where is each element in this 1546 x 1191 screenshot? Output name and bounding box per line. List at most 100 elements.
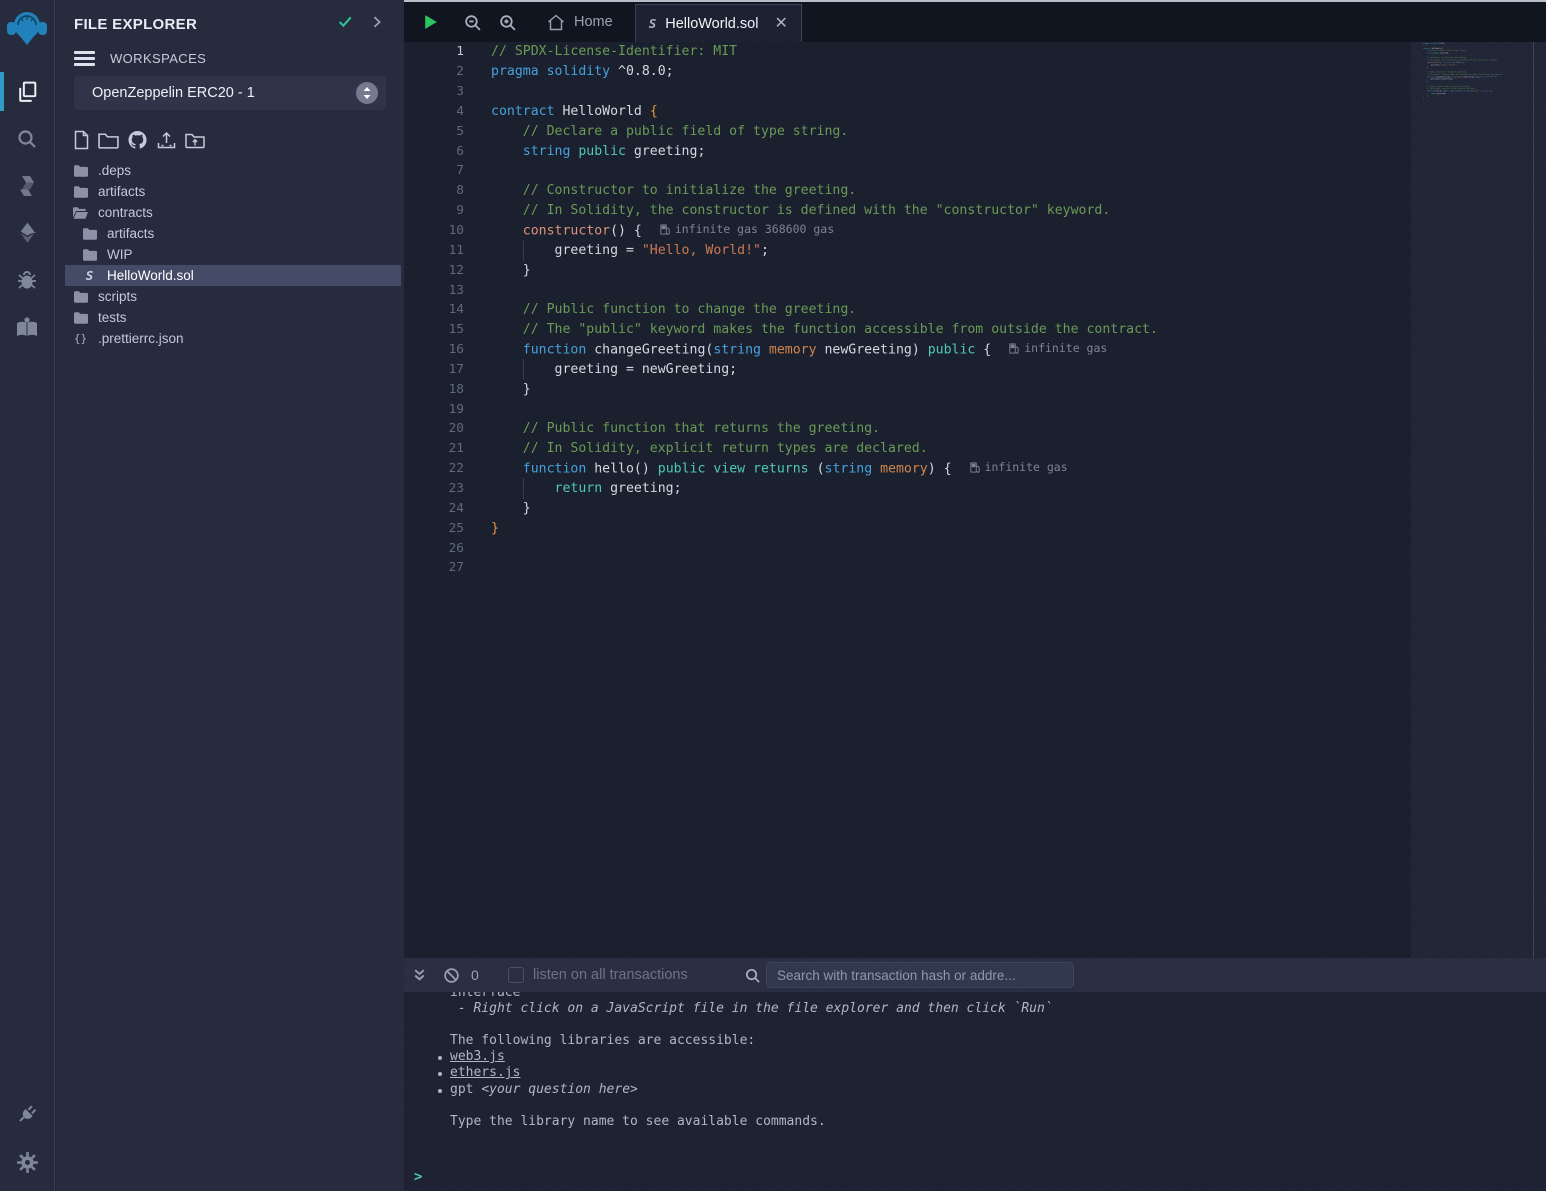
line-number: 4 xyxy=(404,104,464,119)
file-explorer-header: FILE EXPLORER xyxy=(56,0,404,39)
file-tree: .depsartifactscontractsartifactsWIPSHell… xyxy=(56,160,404,349)
line-number: 16 xyxy=(404,342,464,357)
new-file-icon[interactable] xyxy=(73,130,90,150)
run-script-button[interactable] xyxy=(422,13,439,31)
code-line-20: 20 // Public function that returns the g… xyxy=(404,419,1411,439)
folder-icon xyxy=(73,312,88,324)
line-number: 23 xyxy=(404,481,464,496)
workspaces-menu-icon[interactable] xyxy=(74,51,95,66)
tree-item-wip[interactable]: WIP xyxy=(56,244,404,265)
new-folder-icon[interactable] xyxy=(98,131,119,149)
tree-item-artifacts[interactable]: artifacts xyxy=(56,181,404,202)
activity-bar xyxy=(0,0,55,1191)
code-line-8: 8 // Constructor to initialize the greet… xyxy=(404,181,1411,201)
terminal-line: gpt <your question here> xyxy=(404,1082,1546,1098)
clear-console-icon[interactable] xyxy=(443,967,460,984)
tab-helloworld-sol[interactable]: S HelloWorld.sol ✕ xyxy=(635,4,802,42)
workspace-switch-icon[interactable] xyxy=(356,82,378,104)
terminal-prompt[interactable]: > xyxy=(414,1169,422,1185)
line-number: 11 xyxy=(404,243,464,258)
collapse-terminal-icon[interactable] xyxy=(412,967,427,983)
activity-bar-bottom xyxy=(0,1089,55,1187)
line-number: 22 xyxy=(404,461,464,476)
code-editor[interactable]: 1// SPDX-License-Identifier: MIT2pragma … xyxy=(404,42,1546,958)
folder-icon xyxy=(82,249,97,261)
line-number: 8 xyxy=(404,183,464,198)
terminal-search-input[interactable] xyxy=(766,962,1074,988)
workspace-select[interactable]: OpenZeppelin ERC20 - 1 xyxy=(74,76,386,110)
gas-estimate-annotation: infinite gas xyxy=(970,460,1068,474)
solidity-compiler-icon[interactable] xyxy=(0,162,55,209)
tab-bar: Home S HelloWorld.sol ✕ xyxy=(404,2,1546,42)
tree-item-label: artifacts xyxy=(107,226,154,241)
terminal-link[interactable]: web3.js xyxy=(450,1049,505,1064)
code-line-13: 13 xyxy=(404,280,1411,300)
line-number: 17 xyxy=(404,362,464,377)
code-line-12: 12 } xyxy=(404,260,1411,280)
upload-file-icon[interactable] xyxy=(156,131,177,150)
tree-item-helloworld-sol[interactable]: SHelloWorld.sol xyxy=(65,265,401,286)
file-explorer-icon[interactable] xyxy=(0,68,55,115)
tree-item-label: WIP xyxy=(107,247,133,262)
learneth-icon[interactable] xyxy=(0,303,55,350)
terminal-line: - Right click on a JavaScript file in th… xyxy=(404,1001,1546,1017)
tree-item--deps[interactable]: .deps xyxy=(56,160,404,181)
code-line-22: 22 function hello() public view returns … xyxy=(404,459,1411,479)
terminal-search-icon xyxy=(744,967,761,984)
zoom-out-icon[interactable] xyxy=(463,13,482,32)
workspaces-label: WORKSPACES xyxy=(110,51,206,66)
line-number: 5 xyxy=(404,124,464,139)
editor-area: Home S HelloWorld.sol ✕ 1// SPDX-License… xyxy=(404,0,1546,1191)
terminal-link[interactable]: ethers.js xyxy=(450,1065,520,1080)
tree-item-artifacts[interactable]: artifacts xyxy=(56,223,404,244)
line-number: 9 xyxy=(404,203,464,218)
plugin-manager-icon[interactable] xyxy=(0,1089,55,1138)
code-line-16: 16 function changeGreeting(string memory… xyxy=(404,340,1411,360)
workspace-name: OpenZeppelin ERC20 - 1 xyxy=(92,85,255,101)
file-explorer-panel: FILE EXPLORER WORKSPACES OpenZeppelin ER… xyxy=(56,0,404,1191)
file-explorer-toolbar xyxy=(56,110,404,156)
deploy-run-icon[interactable] xyxy=(0,209,55,256)
close-tab-icon[interactable]: ✕ xyxy=(774,16,787,32)
scrollbar-track[interactable] xyxy=(1533,42,1534,958)
code-line-9: 9 // In Solidity, the constructor is def… xyxy=(404,201,1411,221)
tree-item-scripts[interactable]: scripts xyxy=(56,286,404,307)
minimap[interactable]: // SPDX-License-Identifier: MITpragma so… xyxy=(1420,42,1524,150)
folder-icon xyxy=(82,228,97,240)
code-line-27 xyxy=(1420,102,1518,104)
code-line-10: 10 constructor() {infinite gas 368600 ga… xyxy=(404,221,1411,241)
indent-guide xyxy=(523,478,524,499)
accept-check-icon[interactable] xyxy=(337,13,354,35)
terminal-line: interface xyxy=(404,992,1546,1001)
code-line-17: 17 greeting = newGreeting; xyxy=(404,360,1411,380)
code-viewport[interactable]: 1// SPDX-License-Identifier: MIT2pragma … xyxy=(404,42,1411,958)
editor-right-gutter: // SPDX-License-Identifier: MITpragma so… xyxy=(1411,42,1546,958)
code-line-21: 21 // In Solidity, explicit return types… xyxy=(404,439,1411,459)
upload-folder-icon[interactable] xyxy=(185,131,205,149)
tab-home[interactable]: Home xyxy=(523,2,635,42)
tree-item-contracts[interactable]: contracts xyxy=(56,202,404,223)
home-icon xyxy=(547,14,565,31)
code-line-5: 5 // Declare a public field of type stri… xyxy=(404,121,1411,141)
tree-item-label: tests xyxy=(98,310,127,325)
settings-gear-icon[interactable] xyxy=(0,1138,55,1187)
clone-github-icon[interactable] xyxy=(127,130,148,150)
code-line-23: 23 return greeting; xyxy=(404,479,1411,499)
remix-logo[interactable] xyxy=(0,0,55,58)
expand-panel-chevron-icon[interactable] xyxy=(370,15,384,34)
tab-home-label: Home xyxy=(574,14,613,30)
listen-transactions-checkbox[interactable] xyxy=(508,967,524,983)
tree-item--prettierrc-json[interactable]: {}.prettierrc.json xyxy=(56,328,404,349)
code-line-14: 14 // Public function to change the gree… xyxy=(404,300,1411,320)
terminal-line: Type the library name to see available c… xyxy=(404,1114,1546,1130)
code-line-18: 18 } xyxy=(404,379,1411,399)
line-number: 25 xyxy=(404,521,464,536)
zoom-in-icon[interactable] xyxy=(498,13,517,32)
code-line-25: 25} xyxy=(404,518,1411,538)
code-line-2: 2pragma solidity ^0.8.0; xyxy=(404,62,1411,82)
search-icon[interactable] xyxy=(0,115,55,162)
tree-item-tests[interactable]: tests xyxy=(56,307,404,328)
code-line-7: 7 xyxy=(404,161,1411,181)
debugger-icon[interactable] xyxy=(0,256,55,303)
line-number: 7 xyxy=(404,163,464,178)
